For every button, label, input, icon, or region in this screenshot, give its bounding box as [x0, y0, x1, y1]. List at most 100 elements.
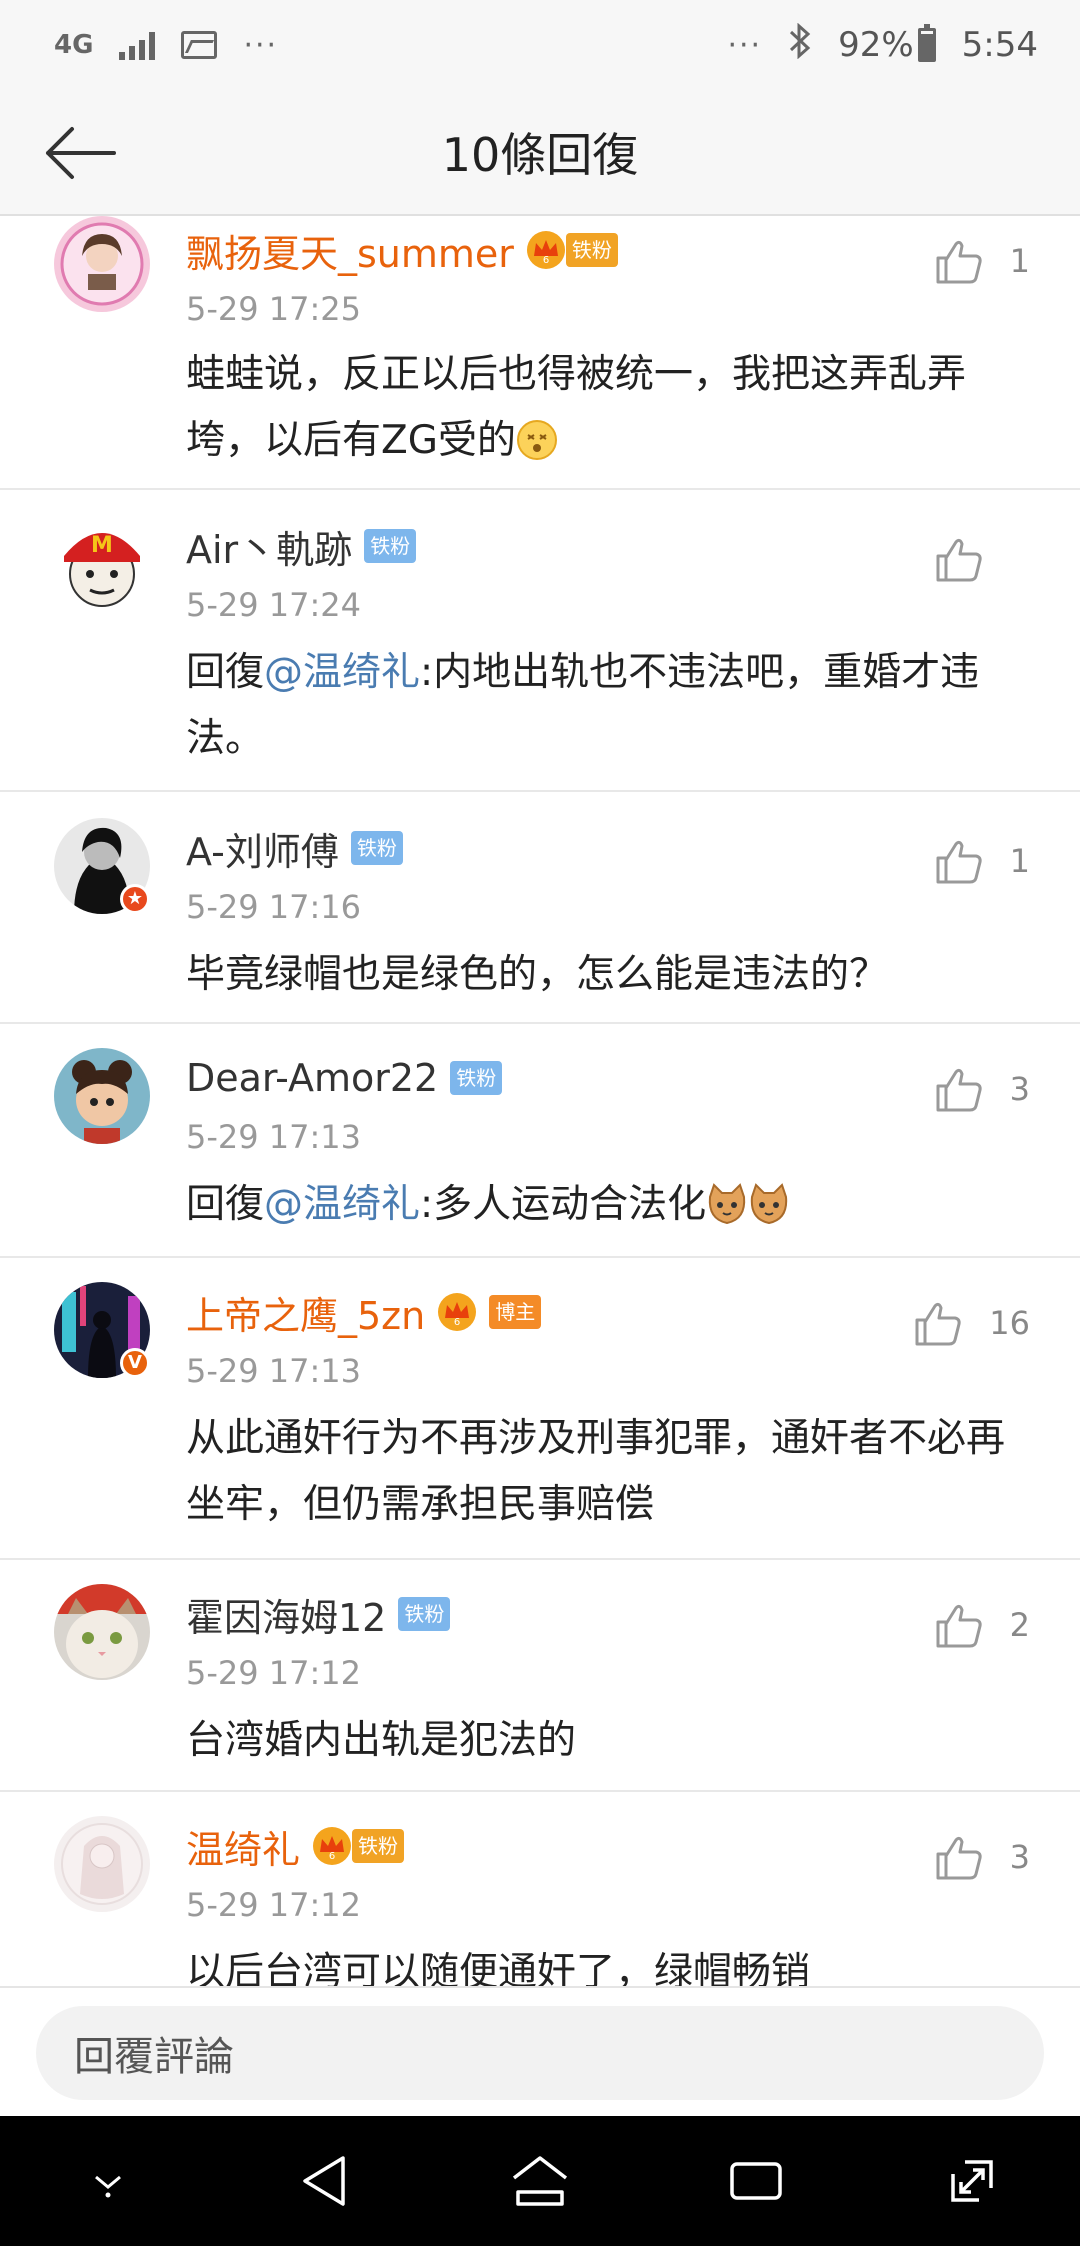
comment-time: 5-29 17:16 [186, 888, 362, 926]
comment-body: 从此通奸行为不再涉及刑事犯罪，通奸者不必再坐牢，但仍需承担民事赔偿 [186, 1416, 1006, 1527]
page-title: 10條回復 [441, 128, 639, 182]
verified-badge-icon: V [120, 1348, 150, 1378]
fan-badge: 铁粉 [450, 1061, 503, 1095]
mention-link[interactable]: @温绮礼 [264, 1182, 420, 1227]
comment-body: :多人运动合法化 [420, 1182, 707, 1227]
like-button[interactable]: 1 [934, 838, 1030, 884]
comment-item[interactable]: 霍因海姆12 铁粉 5-29 17:12 台湾婚内出轨是犯法的 2 [0, 1560, 1080, 1792]
username[interactable]: Dear-Amor22 [186, 1056, 438, 1100]
svg-text:6: 6 [454, 1317, 460, 1328]
comment-list[interactable]: 飘扬夏天_summer 6 铁粉 5-29 17:25 蛙蛙说，反正以后也得被统… [0, 216, 1080, 1986]
username[interactable]: 飘扬夏天_summer [186, 223, 514, 278]
comment-body: 以后台湾可以随便通奸了，绿帽畅销 [186, 1950, 811, 1986]
like-button[interactable]: 3 [934, 1066, 1030, 1112]
comment-text: 蛙蛙说，反正以后也得被统一，我把这弄乱弄垮，以后有ZG受的 [186, 342, 1036, 474]
comment-text: 以后台湾可以随便通奸了，绿帽畅销 [186, 1940, 1036, 1986]
fan-badge: 铁粉 [364, 529, 417, 563]
chevron-down-icon [95, 2175, 121, 2198]
avatar[interactable] [54, 1584, 150, 1680]
reply-bar: 回覆評論 [0, 1986, 1080, 2116]
like-button[interactable] [934, 536, 1030, 582]
avatar[interactable] [54, 1048, 150, 1144]
vip-crown-icon: 6 [526, 231, 565, 269]
comment-time: 5-29 17:25 [186, 290, 362, 328]
like-button[interactable]: 2 [934, 1602, 1030, 1648]
battery-percent: 92% [838, 25, 914, 65]
svg-text:M: M [91, 533, 113, 558]
home-icon [512, 2156, 568, 2206]
comment-item[interactable]: Dear-Amor22 铁粉 5-29 17:13 回復@温绮礼:多人运动合法化… [0, 1024, 1080, 1258]
comment-time: 5-29 17:13 [186, 1118, 362, 1156]
recents-nav-button[interactable] [716, 2141, 796, 2221]
like-button[interactable]: 3 [934, 1834, 1030, 1880]
like-count: 1 [1009, 242, 1030, 280]
comment-text: 从此通奸行为不再涉及刑事犯罪，通奸者不必再坐牢，但仍需承担民事赔偿 [186, 1406, 1036, 1538]
comment-time: 5-29 17:13 [186, 1352, 362, 1390]
hide-keyboard-button[interactable] [68, 2141, 148, 2221]
vip-crown-icon: 6 [438, 1293, 477, 1331]
bluetooth-icon [788, 22, 812, 68]
comment-time: 5-29 17:12 [186, 1886, 362, 1924]
username[interactable]: 上帝之鹰_5zn [186, 1285, 425, 1340]
reply-prefix: 回復 [186, 650, 265, 695]
comment-item[interactable]: 飘扬夏天_summer 6 铁粉 5-29 17:25 蛙蛙说，反正以后也得被统… [0, 216, 1080, 490]
status-bar: 4G ··· ··· 92% 5:54 [0, 0, 1080, 90]
thumbs-up-icon [915, 1302, 961, 1346]
signal-icon [119, 30, 156, 60]
thumbs-up-icon [936, 1604, 982, 1648]
back-nav-button[interactable] [284, 2141, 364, 2221]
reply-prefix: 回復 [186, 1182, 265, 1227]
like-count: 2 [1009, 1606, 1030, 1644]
back-triangle-icon [303, 2156, 345, 2206]
avatar[interactable] [54, 216, 150, 312]
battery-icon [917, 24, 936, 62]
like-button[interactable]: 1 [934, 238, 1030, 284]
fan-badge: 铁粉 [352, 1829, 405, 1863]
like-count: 3 [1009, 1070, 1030, 1108]
comment-body: 台湾婚内出轨是犯法的 [186, 1718, 577, 1763]
like-button[interactable]: 16 [913, 1300, 1030, 1346]
more-notifications-icon: ··· [243, 27, 279, 63]
mention-link[interactable]: @温绮礼 [264, 650, 420, 695]
comment-item[interactable]: 温绮礼 6 铁粉 5-29 17:12 以后台湾可以随便通奸了，绿帽畅销 3 [0, 1792, 1080, 1986]
thumbs-up-icon [936, 1068, 982, 1112]
comment-text: 回復@温绮礼:多人运动合法化 [186, 1172, 1036, 1238]
clock: 5:54 [961, 25, 1038, 65]
comment-item[interactable]: ★ A-刘师傅 铁粉 5-29 17:16 毕竟绿帽也是绿色的，怎么能是违法的？… [0, 792, 1080, 1024]
comment-time: 5-29 17:24 [186, 586, 362, 624]
avatar[interactable] [54, 1816, 150, 1912]
comment-item[interactable]: M Air丶軌跡 铁粉 5-29 17:24 回復@温绮礼:内地出轨也不违法吧，… [0, 490, 1080, 792]
recents-icon [730, 2162, 782, 2200]
thumbs-up-icon [936, 538, 982, 582]
like-count: 16 [989, 1304, 1030, 1342]
fan-badge: 铁粉 [565, 233, 618, 267]
expand-nav-button[interactable] [932, 2141, 1012, 2221]
back-button[interactable] [40, 118, 120, 188]
avatar[interactable]: M [54, 516, 150, 612]
username[interactable]: A-刘师傅 [186, 821, 339, 876]
svg-text:6: 6 [329, 1851, 335, 1862]
like-count: 1 [1009, 842, 1030, 880]
network-type: 4G [54, 30, 94, 60]
username[interactable]: 霍因海姆12 [186, 1587, 386, 1642]
comment-text: 毕竟绿帽也是绿色的，怎么能是违法的？ [186, 942, 1036, 1008]
reply-input[interactable]: 回覆評論 [36, 2006, 1044, 2100]
more-status-icon: ··· [727, 27, 763, 63]
dizzy-face-emoji-icon [516, 420, 557, 460]
image-notification-icon [181, 31, 218, 59]
comment-item[interactable]: V 上帝之鹰_5zn 6 博主 5-29 17:13 从此通奸行为不再涉及刑事犯… [0, 1258, 1080, 1560]
thumbs-up-icon [936, 840, 982, 884]
host-badge: 博主 [489, 1295, 542, 1329]
thumbs-up-icon [936, 240, 982, 284]
comment-body: 蛙蛙说，反正以后也得被统一，我把这弄乱弄垮，以后有ZG受的 [186, 352, 967, 463]
svg-text:6: 6 [543, 255, 549, 266]
comment-text: 台湾婚内出轨是犯法的 [186, 1708, 1036, 1774]
header: 10條回復 [0, 90, 1080, 216]
vip-crown-icon: 6 [313, 1827, 352, 1865]
username[interactable]: 温绮礼 [186, 1819, 300, 1874]
username[interactable]: Air丶軌跡 [186, 519, 352, 574]
comment-body: 毕竟绿帽也是绿色的，怎么能是违法的？ [186, 952, 889, 997]
home-nav-button[interactable] [500, 2141, 580, 2221]
comment-text: 回復@温绮礼:内地出轨也不违法吧，重婚才违法。 [186, 640, 1036, 772]
cat-emoji-icon [751, 1183, 788, 1225]
